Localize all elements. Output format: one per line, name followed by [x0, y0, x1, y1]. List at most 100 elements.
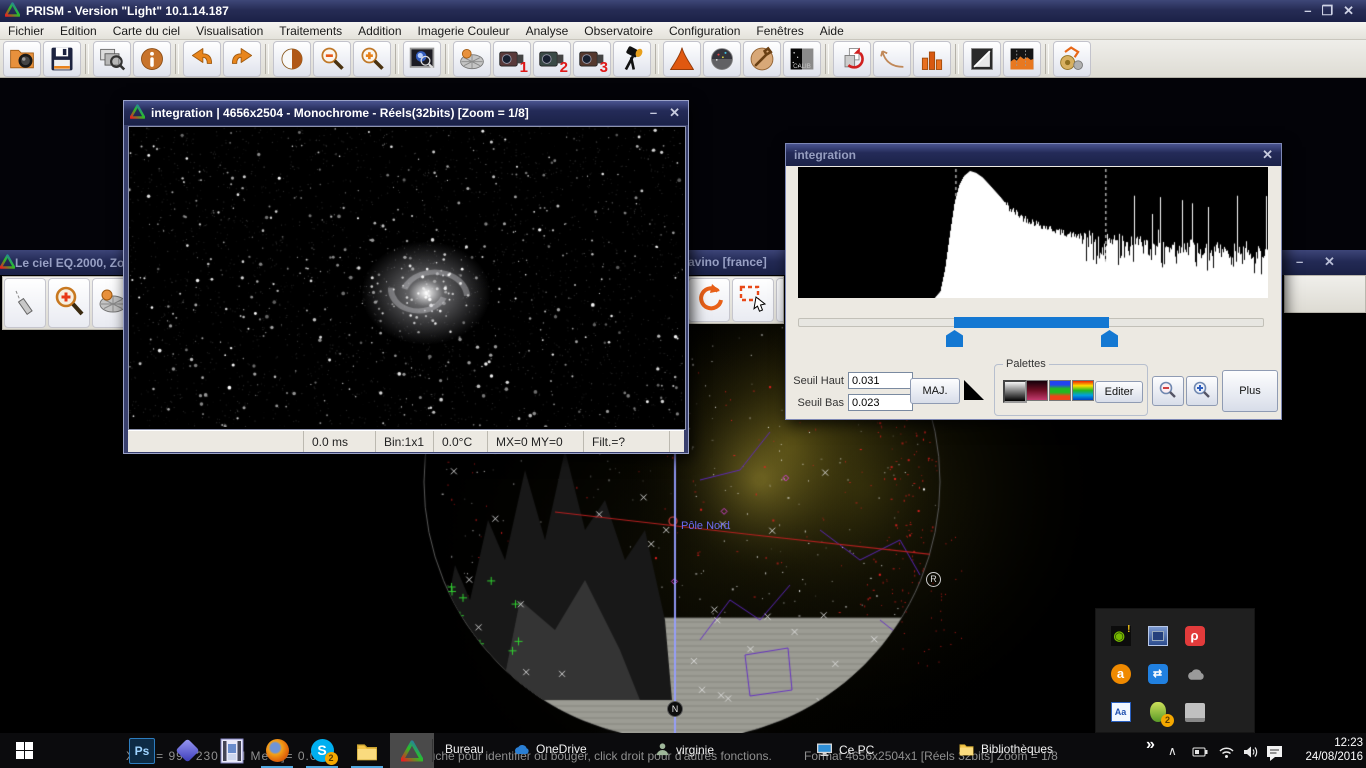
tray-notifier[interactable]: 2 — [1139, 693, 1176, 731]
menu-observatoire[interactable]: Observatoire — [576, 23, 661, 39]
histogram-bars-button[interactable] — [913, 41, 951, 77]
undo-button[interactable] — [183, 41, 221, 77]
status-cell: 0.0°C — [434, 431, 488, 452]
sky-close-button[interactable]: ✕ — [1324, 254, 1335, 270]
menu-carte-du-ciel[interactable]: Carte du ciel — [105, 23, 188, 39]
camera-1-button[interactable]: 1 — [493, 41, 531, 77]
tray-red-p[interactable]: ρ — [1176, 617, 1213, 655]
maj-button[interactable]: MAJ. — [910, 378, 960, 404]
menu-fichier[interactable]: Fichier — [0, 23, 52, 39]
threshold-low-handle[interactable] — [946, 330, 963, 347]
menu-fen-tres[interactable]: Fenêtres — [748, 23, 811, 39]
histogram-zoom-out-button[interactable] — [1152, 376, 1184, 406]
restore-button[interactable]: ❐ — [1321, 3, 1333, 19]
image-window-title: integration | 4656x2504 - Monochrome - R… — [151, 106, 529, 120]
seuil-haut-input[interactable] — [848, 372, 913, 389]
sky-zoom-in-button[interactable] — [48, 278, 90, 328]
zoom-in-button[interactable] — [353, 41, 391, 77]
save-button[interactable] — [43, 41, 81, 77]
zoom-out-button[interactable] — [313, 41, 351, 77]
telescope-button[interactable] — [613, 41, 651, 77]
preview-zoom-button[interactable] — [403, 41, 441, 77]
taskbar-clock[interactable]: 12:23 24/08/2016 — [1295, 736, 1363, 764]
menu-edition[interactable]: Edition — [52, 23, 105, 39]
curve-button[interactable] — [873, 41, 911, 77]
volume-icon[interactable] — [1242, 744, 1259, 765]
north-marker: N — [667, 701, 683, 717]
tray-avira[interactable]: a — [1102, 655, 1139, 693]
menu-addition[interactable]: Addition — [350, 23, 409, 39]
tray-nvidia[interactable]: ◉! — [1102, 617, 1139, 655]
show-hidden-icons-button[interactable]: ∧ — [1168, 744, 1177, 758]
tray-screen-share[interactable] — [1139, 617, 1176, 655]
info-button[interactable] — [133, 41, 171, 77]
wifi-icon[interactable] — [1218, 744, 1235, 765]
select-region-button[interactable] — [732, 278, 774, 322]
menu-imagerie-couleur[interactable]: Imagerie Couleur — [410, 23, 518, 39]
batch-images-button[interactable] — [93, 41, 131, 77]
image-close-button[interactable]: ✕ — [669, 105, 680, 121]
taskbar-shortcut-onedrive[interactable]: OneDrive — [512, 742, 587, 756]
menu-configuration[interactable]: Configuration — [661, 23, 748, 39]
image-window-titlebar[interactable]: integration | 4656x2504 - Monochrome - R… — [124, 101, 688, 125]
automation-button[interactable] — [1053, 41, 1091, 77]
taskbar-shortcut-ce-pc[interactable]: Ce PC — [816, 742, 874, 757]
menu-traitements[interactable]: Traitements — [271, 23, 350, 39]
sky-globe-button[interactable] — [703, 41, 741, 77]
redo-icon — [228, 45, 256, 73]
taskbar-shortcut-bibliotheques[interactable]: Bibliothèques — [958, 742, 1053, 756]
contrast-button[interactable] — [273, 41, 311, 77]
automation-icon — [1058, 45, 1086, 73]
rotate-stack-button[interactable] — [833, 41, 871, 77]
disc-button[interactable] — [453, 41, 491, 77]
palette-rgb-bands[interactable] — [1049, 380, 1071, 401]
peak-button[interactable] — [663, 41, 701, 77]
histogram-plot[interactable] — [798, 167, 1268, 298]
refresh-button[interactable] — [688, 278, 730, 322]
pen-tool-button[interactable] — [776, 278, 784, 322]
menu-aide[interactable]: Aide — [812, 23, 852, 39]
palette-red-purple[interactable] — [1026, 380, 1048, 401]
palette-grayscale[interactable] — [1003, 380, 1027, 403]
open-image-button[interactable] — [3, 41, 41, 77]
calibration-button[interactable]: CALIB — [783, 41, 821, 77]
toolbar-separator — [825, 44, 829, 74]
contrast-square-button[interactable] — [963, 41, 1001, 77]
tools-button[interactable] — [743, 41, 781, 77]
tray-onedrive-cloud[interactable] — [1176, 655, 1213, 693]
camera-3-button[interactable]: 3 — [573, 41, 611, 77]
minimize-button[interactable]: – — [1304, 3, 1311, 19]
tray-dictionary[interactable]: Aa — [1102, 693, 1139, 731]
curve-icon — [878, 45, 906, 73]
starfield-image[interactable] — [129, 127, 683, 427]
threshold-high-handle[interactable] — [1101, 330, 1118, 347]
threshold-slider-range[interactable] — [954, 317, 1109, 328]
camera-2-button[interactable]: 2 — [533, 41, 571, 77]
taskbar-shortcut-user[interactable]: virginie — [655, 742, 714, 757]
tray-touchpad[interactable] — [1176, 693, 1213, 731]
sky-minimize-button[interactable]: – — [1296, 254, 1303, 269]
tray-teamviewer[interactable]: ⇄ — [1139, 655, 1176, 693]
seuil-bas-input[interactable] — [848, 394, 913, 411]
measure-tool-button[interactable] — [4, 278, 46, 328]
notification-icon[interactable] — [1266, 744, 1284, 767]
pole-nord-label: Pôle Nord — [681, 520, 730, 532]
transfer-function-icon[interactable] — [964, 380, 984, 400]
redo-button[interactable] — [223, 41, 261, 77]
battery-icon[interactable] — [1192, 744, 1209, 765]
taskbar-overflow-button[interactable]: » — [1146, 736, 1155, 754]
image-minimize-button[interactable]: – — [650, 105, 657, 121]
taskbar-shortcut-bureau[interactable]: Bureau — [445, 742, 484, 756]
editer-button[interactable]: Editer — [1095, 381, 1143, 403]
open-image-icon — [8, 45, 36, 73]
histogram-close-button[interactable]: ✕ — [1262, 147, 1273, 163]
close-button[interactable]: ✕ — [1343, 3, 1354, 19]
palette-rainbow[interactable] — [1072, 380, 1094, 401]
histogram-zoom-in-button[interactable] — [1186, 376, 1218, 406]
plus-button[interactable]: Plus — [1222, 370, 1278, 412]
menu-visualisation[interactable]: Visualisation — [188, 23, 271, 39]
menu-analyse[interactable]: Analyse — [518, 23, 577, 39]
image-content[interactable] — [128, 126, 686, 430]
histogram-panel-button[interactable] — [1003, 41, 1041, 77]
histogram-window-titlebar[interactable]: integration ✕ — [786, 144, 1281, 166]
